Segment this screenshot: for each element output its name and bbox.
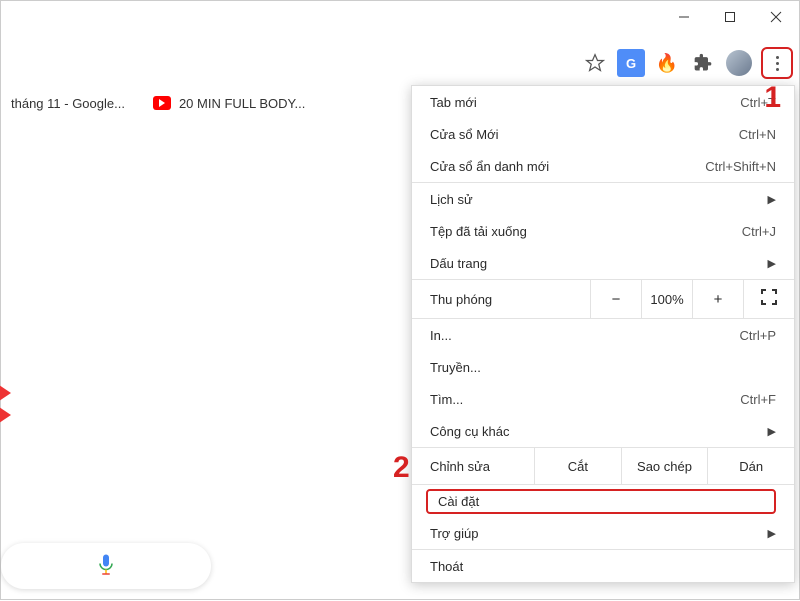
bookmark-label: tháng 11 - Google... <box>11 96 125 111</box>
chrome-menu: Tab mới Ctrl+T Cửa sổ Mới Ctrl+N Cửa sổ … <box>411 85 795 583</box>
voice-search-button[interactable] <box>1 543 211 589</box>
window-titlebar <box>1 1 799 41</box>
chevron-right-icon: ▶ <box>768 193 776 206</box>
menu-item-settings[interactable]: Cài đặt <box>412 485 794 517</box>
annotation-callout-1: 1 <box>764 81 781 115</box>
fullscreen-button[interactable] <box>744 280 794 318</box>
youtube-icon <box>153 96 171 110</box>
profile-avatar[interactable] <box>725 49 753 77</box>
menu-item-incognito[interactable]: Cửa sổ ẩn danh mới Ctrl+Shift+N <box>412 150 794 182</box>
menu-item-find[interactable]: Tìm... Ctrl+F <box>412 383 794 415</box>
menu-item-more-tools[interactable]: Công cụ khác ▶ <box>412 415 794 447</box>
bookmark-item-google[interactable]: tháng 11 - Google... <box>11 96 125 111</box>
edit-copy-button[interactable]: Sao chép <box>621 448 708 484</box>
menu-item-exit[interactable]: Thoát <box>412 550 794 582</box>
zoom-out-button[interactable]: − <box>591 280 642 318</box>
menu-item-history[interactable]: Lịch sử ▶ <box>412 183 794 215</box>
window-close-button[interactable] <box>753 1 799 33</box>
customize-chrome-menu-button[interactable] <box>761 47 793 79</box>
menu-item-new-window[interactable]: Cửa sổ Mới Ctrl+N <box>412 118 794 150</box>
menu-item-help[interactable]: Trợ giúp ▶ <box>412 517 794 549</box>
bookmark-item-youtube[interactable]: 20 MIN FULL BODY... <box>153 96 305 111</box>
hola-extension-icon[interactable]: 🔥 <box>653 49 681 77</box>
menu-item-downloads[interactable]: Tệp đã tải xuống Ctrl+J <box>412 215 794 247</box>
fullscreen-icon <box>761 289 777 309</box>
chevron-right-icon: ▶ <box>768 257 776 270</box>
google-translate-extension-icon[interactable]: G <box>617 49 645 77</box>
annotation-callout-2: 2 <box>393 451 410 485</box>
window-minimize-button[interactable] <box>661 1 707 33</box>
menu-item-zoom: Thu phóng − 100% + <box>412 280 794 318</box>
bookmark-star-icon[interactable] <box>581 49 609 77</box>
edit-cut-button[interactable]: Cắt <box>534 448 621 484</box>
menu-item-bookmarks[interactable]: Dấu trang ▶ <box>412 247 794 279</box>
menu-item-new-tab[interactable]: Tab mới Ctrl+T <box>412 86 794 118</box>
window-maximize-button[interactable] <box>707 1 753 33</box>
decorative-shape <box>0 381 11 405</box>
extensions-puzzle-icon[interactable] <box>689 49 717 77</box>
chevron-right-icon: ▶ <box>768 425 776 438</box>
menu-item-print[interactable]: In... Ctrl+P <box>412 319 794 351</box>
decorative-shape <box>0 403 11 427</box>
menu-item-edit: Chỉnh sửa Cắt Sao chép Dán <box>412 448 794 484</box>
edit-paste-button[interactable]: Dán <box>707 448 794 484</box>
microphone-icon <box>97 553 115 580</box>
zoom-percentage: 100% <box>642 280 693 318</box>
three-dots-icon <box>776 56 779 71</box>
chevron-right-icon: ▶ <box>768 527 776 540</box>
browser-toolbar: G 🔥 <box>1 41 799 85</box>
menu-item-cast[interactable]: Truyền... <box>412 351 794 383</box>
bookmark-label: 20 MIN FULL BODY... <box>179 96 305 111</box>
zoom-in-button[interactable]: + <box>693 280 744 318</box>
